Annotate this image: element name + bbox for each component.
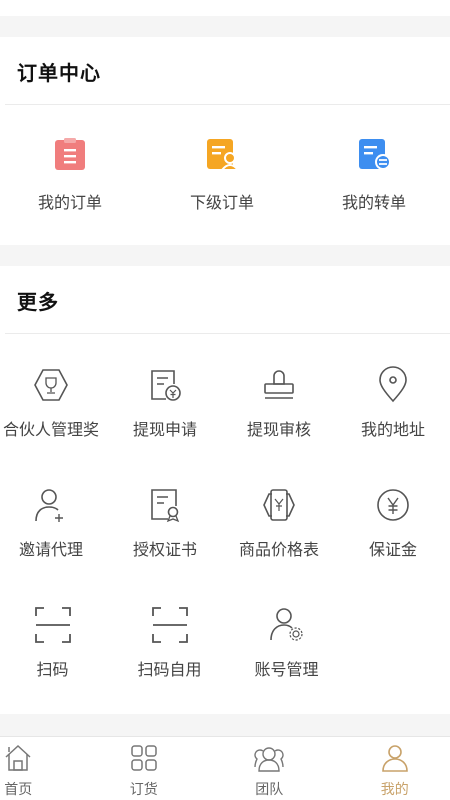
partner-reward-label: 合伙人管理奖 xyxy=(2,420,99,439)
bottom-tab-bar: 首页 订货 团队 我的 xyxy=(0,736,450,800)
price-list-button[interactable]: 商品价格表 xyxy=(222,486,336,606)
top-strip xyxy=(0,0,450,16)
grid-icon xyxy=(131,745,157,771)
scan-icon xyxy=(34,607,71,643)
location-pin-icon xyxy=(379,366,407,403)
price-list-icon xyxy=(263,489,295,521)
scan-self-button[interactable]: 扫码自用 xyxy=(111,606,228,726)
stamp-icon xyxy=(264,370,294,399)
scan-self-icon xyxy=(151,607,188,643)
tab-order-goods-label: 订货 xyxy=(129,782,158,798)
tab-team-label: 团队 xyxy=(255,782,284,798)
order-center-title: 订单中心 xyxy=(17,61,101,85)
clipboard-icon xyxy=(55,138,85,170)
withdraw-apply-label: 提现申请 xyxy=(132,420,197,439)
price-list-label: 商品价格表 xyxy=(238,540,319,559)
invite-agent-button[interactable]: 邀请代理 xyxy=(0,486,108,606)
more-grid: 合伙人管理奖 提现申请 提现审核 我的地址 邀请代理 授权证书 商品价格表 保证… xyxy=(0,366,450,726)
scan-label: 扫码 xyxy=(36,660,69,679)
my-orders-button[interactable]: 我的订单 xyxy=(0,137,146,217)
my-transfers-label: 我的转单 xyxy=(341,193,406,212)
tab-home[interactable]: 首页 xyxy=(0,737,74,800)
withdraw-apply-button[interactable]: 提现申请 xyxy=(108,366,222,486)
withdraw-apply-icon xyxy=(151,370,181,401)
scan-self-label: 扫码自用 xyxy=(137,660,202,679)
scan-button[interactable]: 扫码 xyxy=(0,606,111,726)
add-user-icon xyxy=(35,489,63,522)
deposit-label: 保证金 xyxy=(368,540,417,559)
profile-icon xyxy=(381,745,408,772)
transfer-order-icon xyxy=(359,139,391,170)
my-transfers-button[interactable]: 我的转单 xyxy=(298,137,450,217)
tab-mine[interactable]: 我的 xyxy=(340,737,450,800)
deposit-button[interactable]: 保证金 xyxy=(336,486,450,606)
divider xyxy=(5,333,450,334)
my-address-button[interactable]: 我的地址 xyxy=(336,366,450,486)
home-icon xyxy=(5,744,31,771)
yuan-coin-icon xyxy=(377,489,409,521)
certificate-icon xyxy=(151,489,180,523)
grid-row: 扫码 扫码自用 账号管理 xyxy=(0,606,450,726)
withdraw-review-button[interactable]: 提现审核 xyxy=(222,366,336,486)
user-settings-icon xyxy=(269,608,303,641)
account-management-label: 账号管理 xyxy=(254,660,319,679)
order-center-items: 我的订单 下级订单 我的转单 xyxy=(0,137,450,217)
more-card: 更多 合伙人管理奖 提现申请 提现审核 我的地址 邀请代理 授权证书 商品价格表… xyxy=(0,266,450,714)
account-management-button[interactable]: 账号管理 xyxy=(228,606,345,726)
subordinate-orders-button[interactable]: 下级订单 xyxy=(146,137,298,217)
my-orders-label: 我的订单 xyxy=(37,193,102,212)
trophy-hexagon-icon xyxy=(34,369,68,401)
subordinate-order-icon xyxy=(207,139,239,171)
grid-row: 邀请代理 授权证书 商品价格表 保证金 xyxy=(0,486,450,606)
my-address-label: 我的地址 xyxy=(360,420,425,439)
more-title: 更多 xyxy=(17,290,59,314)
partner-reward-button[interactable]: 合伙人管理奖 xyxy=(0,366,108,486)
order-center-card: 订单中心 我的订单 下级订单 我的转单 xyxy=(0,37,450,245)
withdraw-review-label: 提现审核 xyxy=(246,420,311,439)
divider xyxy=(5,104,450,105)
grid-row: 合伙人管理奖 提现申请 提现审核 我的地址 xyxy=(0,366,450,486)
tab-team[interactable]: 团队 xyxy=(214,737,325,800)
subordinate-orders-label: 下级订单 xyxy=(189,193,254,212)
tab-home-label: 首页 xyxy=(4,782,33,798)
auth-certificate-label: 授权证书 xyxy=(132,540,197,559)
tab-mine-label: 我的 xyxy=(380,782,409,798)
team-icon xyxy=(254,747,284,772)
auth-certificate-button[interactable]: 授权证书 xyxy=(108,486,222,606)
tab-order-goods[interactable]: 订货 xyxy=(89,737,200,800)
invite-agent-label: 邀请代理 xyxy=(18,540,83,559)
